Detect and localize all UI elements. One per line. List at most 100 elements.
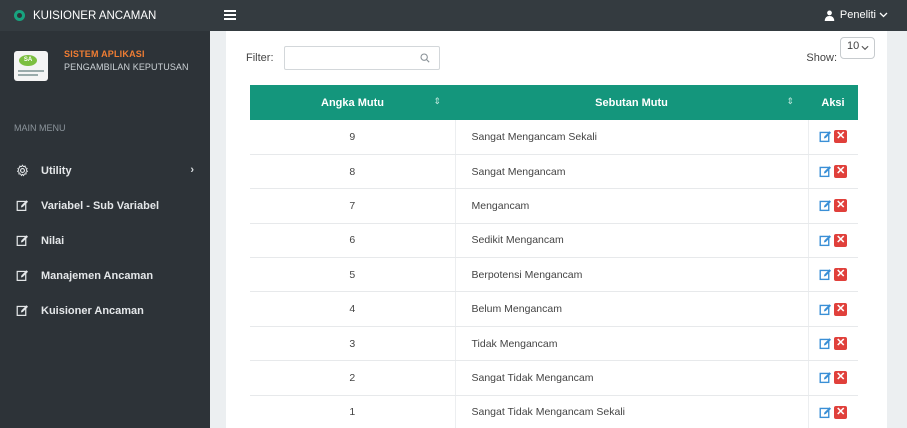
angka-mutu-cell: 4: [250, 291, 456, 327]
hamburger-menu-icon[interactable]: [224, 10, 236, 20]
show-label: Show:: [806, 52, 837, 64]
table-row: 1 Sangat Tidak Mengancam Sekali ✕: [250, 395, 858, 428]
table-row: 5 Berpotensi Mengancam ✕: [250, 257, 858, 293]
sidebar: KUISIONER ANCAMAN SA SISTEM APLIKASI PEN…: [0, 0, 210, 428]
edit-icon[interactable]: [819, 130, 832, 143]
chevron-down-icon: [861, 45, 869, 51]
profile-panel: SA SISTEM APLIKASI PENGAMBILAN KEPUTUSAN: [0, 31, 210, 101]
table-row: 6 Sedikit Mengancam ✕: [250, 223, 858, 259]
sidebar-item-nilai[interactable]: Nilai: [0, 223, 210, 258]
sidebar-item-label: Variabel - Sub Variabel: [41, 199, 159, 212]
sebutan-mutu-cell: Berpotensi Mengancam: [455, 257, 809, 293]
sidebar-item-label: Manajemen Ancaman: [41, 269, 154, 282]
action-cell: ✕: [808, 257, 858, 293]
table-row: 9 Sangat Mengancam Sekali ✕: [250, 120, 858, 155]
sebutan-mutu-cell: Sangat Mengancam Sekali: [455, 120, 809, 155]
table-row: 8 Sangat Mengancam ✕: [250, 154, 858, 190]
edit-icon[interactable]: [819, 199, 832, 212]
chevron-right-icon: ›: [190, 164, 194, 176]
page-size-select[interactable]: 10: [840, 37, 875, 59]
edit-icon: [16, 305, 29, 316]
action-cell: ✕: [808, 291, 858, 327]
action-cell: ✕: [808, 154, 858, 190]
system-logo: SA: [14, 51, 48, 81]
angka-mutu-cell: 1: [250, 395, 456, 428]
edit-icon[interactable]: [819, 268, 832, 281]
sidebar-item-kuisioner-ancaman[interactable]: Kuisioner Ancaman: [0, 293, 210, 328]
delete-icon[interactable]: ✕: [834, 337, 848, 351]
action-cell: ✕: [808, 188, 858, 224]
delete-icon[interactable]: ✕: [834, 405, 848, 419]
sebutan-mutu-cell: Belum Mengancam: [455, 291, 809, 327]
user-icon: [824, 10, 835, 21]
angka-mutu-cell: 5: [250, 257, 456, 293]
column-header-angka-mutu[interactable]: Angka Mutu ⇕: [250, 85, 455, 120]
table-header-row: Angka Mutu ⇕ Sebutan Mutu ⇕ Aksi: [250, 85, 858, 120]
edit-icon[interactable]: [819, 406, 832, 419]
angka-mutu-cell: 3: [250, 326, 456, 362]
angka-mutu-cell: 2: [250, 360, 456, 396]
filter-input[interactable]: [284, 46, 440, 70]
action-cell: ✕: [808, 120, 858, 155]
top-bar: Peneliti: [210, 0, 907, 31]
delete-icon[interactable]: ✕: [834, 302, 848, 316]
edit-icon: [16, 200, 29, 211]
sidebar-item-variabel[interactable]: Variabel - Sub Variabel: [0, 188, 210, 223]
column-header-aksi: Aksi: [808, 85, 858, 120]
action-cell: ✕: [808, 326, 858, 362]
sebutan-mutu-cell: Tidak Mengancam: [455, 326, 809, 362]
sidebar-item-utility[interactable]: Utility ›: [0, 153, 210, 188]
gear-icon: [16, 164, 29, 177]
app-brand[interactable]: KUISIONER ANCAMAN: [0, 0, 210, 31]
angka-mutu-cell: 9: [250, 120, 456, 155]
action-cell: ✕: [808, 223, 858, 259]
table-row: 3 Tidak Mengancam ✕: [250, 326, 858, 362]
chevron-down-icon: [879, 12, 888, 18]
edit-icon: [16, 270, 29, 281]
user-name: Peneliti: [839, 9, 876, 21]
delete-icon[interactable]: ✕: [834, 165, 848, 179]
column-header-sebutan-mutu[interactable]: Sebutan Mutu ⇕: [455, 85, 808, 120]
delete-icon[interactable]: ✕: [834, 199, 848, 213]
action-cell: ✕: [808, 395, 858, 428]
edit-icon[interactable]: [819, 371, 832, 384]
edit-icon[interactable]: [819, 234, 832, 247]
table-row: 4 Belum Mengancam ✕: [250, 291, 858, 327]
angka-mutu-cell: 7: [250, 188, 456, 224]
app-title: KUISIONER ANCAMAN: [33, 9, 157, 22]
system-name-line2: PENGAMBILAN KEPUTUSAN: [64, 61, 189, 72]
delete-icon[interactable]: ✕: [834, 268, 848, 282]
system-name-line1: SISTEM APLIKASI: [64, 48, 145, 59]
data-table: Angka Mutu ⇕ Sebutan Mutu ⇕ Aksi 9 Sangat…: [250, 85, 858, 428]
sebutan-mutu-cell: Sangat Tidak Mengancam Sekali: [455, 395, 809, 428]
user-menu[interactable]: Peneliti: [824, 9, 893, 21]
edit-icon[interactable]: [819, 303, 832, 316]
angka-mutu-cell: 8: [250, 154, 456, 190]
edit-icon[interactable]: [819, 165, 832, 178]
sidebar-item-label: Utility: [41, 164, 72, 177]
filter-label: Filter:: [246, 52, 274, 64]
action-cell: ✕: [808, 360, 858, 396]
sebutan-mutu-cell: Sedikit Mengancam: [455, 223, 809, 259]
sort-icon: ⇕: [786, 96, 794, 106]
sidebar-item-manajemen-ancaman[interactable]: Manajemen Ancaman: [0, 258, 210, 293]
edit-icon: [16, 235, 29, 246]
sebutan-mutu-cell: Sangat Mengancam: [455, 154, 809, 190]
edit-icon[interactable]: [819, 337, 832, 350]
angka-mutu-cell: 6: [250, 223, 456, 259]
sebutan-mutu-cell: Sangat Tidak Mengancam: [455, 360, 809, 396]
table-row: 2 Sangat Tidak Mengancam ✕: [250, 360, 858, 396]
table-row: 7 Mengancam ✕: [250, 188, 858, 224]
delete-icon[interactable]: ✕: [834, 233, 848, 247]
sebutan-mutu-cell: Mengancam: [455, 188, 809, 224]
main-content: Filter: Show: 10 Angka Mutu ⇕ Sebutan Mu…: [226, 31, 887, 428]
page-size-value: 10: [847, 40, 860, 52]
brand-logo-icon: [14, 10, 25, 21]
menu-header: MAIN MENU: [14, 123, 66, 133]
sidebar-item-label: Nilai: [41, 234, 65, 247]
sort-icon: ⇕: [433, 96, 441, 106]
delete-icon[interactable]: ✕: [834, 130, 848, 144]
delete-icon[interactable]: ✕: [834, 371, 848, 385]
search-icon: [420, 53, 430, 63]
sidebar-item-label: Kuisioner Ancaman: [41, 304, 144, 317]
